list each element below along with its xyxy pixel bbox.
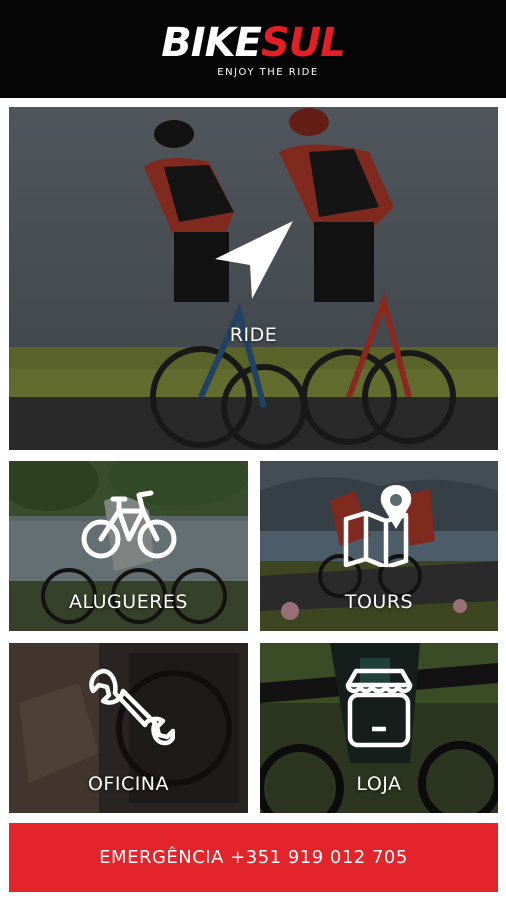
ride-tile[interactable]: RIDE bbox=[9, 107, 498, 450]
bikesul-logo: BIKE SUL bbox=[161, 19, 346, 66]
bicycle-icon bbox=[81, 490, 177, 559]
app-header: BIKE SUL ENJOY THE RIDE bbox=[0, 0, 506, 98]
navigation-arrow-icon bbox=[215, 221, 293, 299]
wrench-icon bbox=[89, 668, 175, 746]
oficina-label: OFICINA bbox=[87, 773, 170, 795]
tours-label: TOURS bbox=[344, 591, 414, 613]
tagline: ENJOY THE RIDE bbox=[217, 66, 319, 78]
shop-icon bbox=[345, 668, 413, 748]
oficina-tile[interactable]: OFICINA bbox=[9, 643, 248, 813]
ride-label: RIDE bbox=[229, 324, 278, 346]
tours-tile[interactable]: TOURS bbox=[260, 461, 498, 631]
alugueres-label: ALUGUERES bbox=[69, 591, 188, 613]
loja-label: LOJA bbox=[356, 773, 402, 795]
loja-tile[interactable]: LOJA bbox=[260, 643, 498, 813]
logo-sul-text: SUL bbox=[260, 19, 346, 66]
alugueres-tile[interactable]: ALUGUERES bbox=[9, 461, 248, 631]
emergency-call-button[interactable]: EMERGÊNCIA +351 919 012 705 bbox=[9, 823, 498, 892]
logo-bike-text: BIKE bbox=[161, 19, 262, 66]
map-pin-icon bbox=[343, 485, 412, 567]
